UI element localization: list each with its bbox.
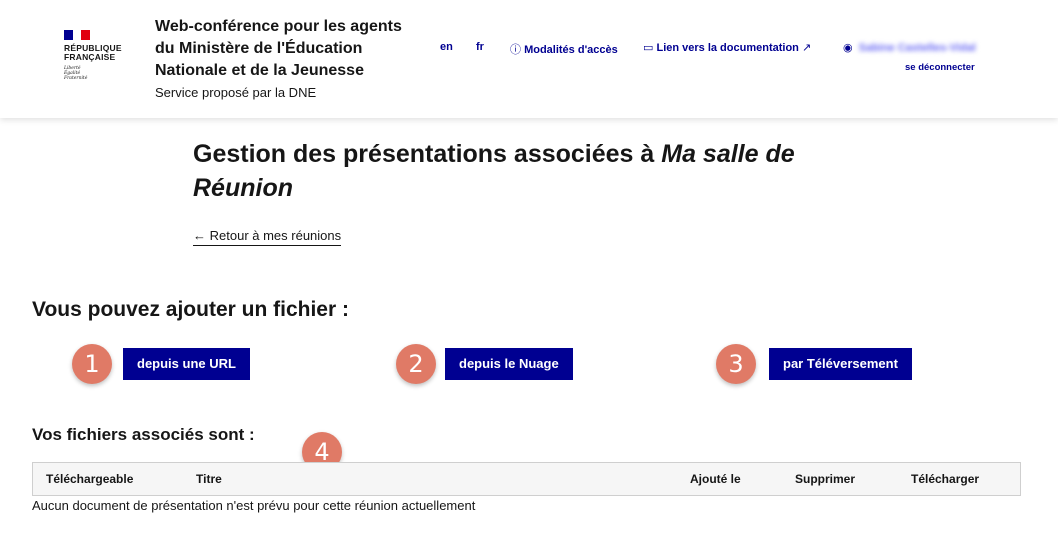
lang-en-link[interactable]: en bbox=[440, 41, 453, 53]
service-tagline: Service proposé par la DNE bbox=[155, 85, 317, 100]
column-added-on[interactable]: Ajouté le bbox=[690, 472, 741, 486]
annotation-marker-1: 1 bbox=[72, 344, 112, 384]
add-file-heading: Vous pouvez ajouter un fichier : bbox=[32, 298, 349, 321]
logo-text-line-2: FRANÇAISE bbox=[64, 52, 116, 62]
access-modalities-label: Modalités d'accès bbox=[524, 44, 618, 56]
associated-files-heading: Vos fichiers associés sont : bbox=[32, 425, 255, 444]
user-account[interactable]: ◉ Sabine Castelles-Vidal bbox=[843, 41, 976, 54]
files-table-header: Téléchargeable Titre Ajouté le Supprimer… bbox=[32, 462, 1021, 496]
back-link[interactable]: ← Retour à mes réunions bbox=[193, 228, 342, 246]
add-from-cloud-button[interactable]: depuis le Nuage bbox=[445, 348, 573, 380]
lang-fr-link[interactable]: fr bbox=[476, 41, 484, 53]
external-link-icon: ↗ bbox=[801, 42, 812, 54]
logout-link[interactable]: se déconnecter bbox=[905, 62, 975, 73]
user-icon: ◉ bbox=[843, 42, 853, 54]
republique-francaise-logo[interactable]: RÉPUBLIQUE FRANÇAISE Liberté Égalité Fra… bbox=[64, 30, 134, 90]
documentation-label: Lien vers la documentation bbox=[656, 42, 799, 54]
add-from-url-button[interactable]: depuis une URL bbox=[123, 348, 250, 380]
column-delete[interactable]: Supprimer bbox=[795, 472, 855, 486]
column-downloadable[interactable]: Téléchargeable bbox=[46, 472, 133, 486]
add-upload-button[interactable]: par Téléversement bbox=[769, 348, 912, 380]
back-link-label: Retour à mes réunions bbox=[209, 228, 342, 243]
column-download[interactable]: Télécharger bbox=[911, 472, 979, 486]
user-name: Sabine Castelles-Vidal bbox=[858, 42, 976, 54]
access-modalities-link[interactable]: ⓘ Modalités d'accès bbox=[510, 41, 618, 57]
site-header: RÉPUBLIQUE FRANÇAISE Liberté Égalité Fra… bbox=[0, 0, 1058, 118]
logo-motto: Liberté Égalité Fraternité bbox=[64, 66, 88, 81]
arrow-left-icon: ← bbox=[193, 228, 206, 243]
annotation-marker-2: 2 bbox=[396, 344, 436, 384]
french-flag-icon bbox=[64, 30, 91, 40]
info-icon: ⓘ bbox=[510, 44, 521, 56]
column-title[interactable]: Titre bbox=[196, 472, 222, 486]
service-title: Web-conférence pour les agents du Minist… bbox=[155, 18, 402, 79]
book-icon: ▭ bbox=[643, 42, 654, 54]
documentation-link[interactable]: ▭ Lien vers la documentation ↗ bbox=[643, 41, 811, 54]
page-title: Gestion des présentations associées à Ma… bbox=[193, 137, 873, 205]
service-title-block[interactable]: Web-conférence pour les agents du Minist… bbox=[155, 16, 415, 102]
empty-files-message: Aucun document de présentation n'est pré… bbox=[32, 498, 476, 513]
annotation-marker-3: 3 bbox=[716, 344, 756, 384]
page-title-prefix: Gestion des présentations associées à bbox=[193, 140, 662, 168]
